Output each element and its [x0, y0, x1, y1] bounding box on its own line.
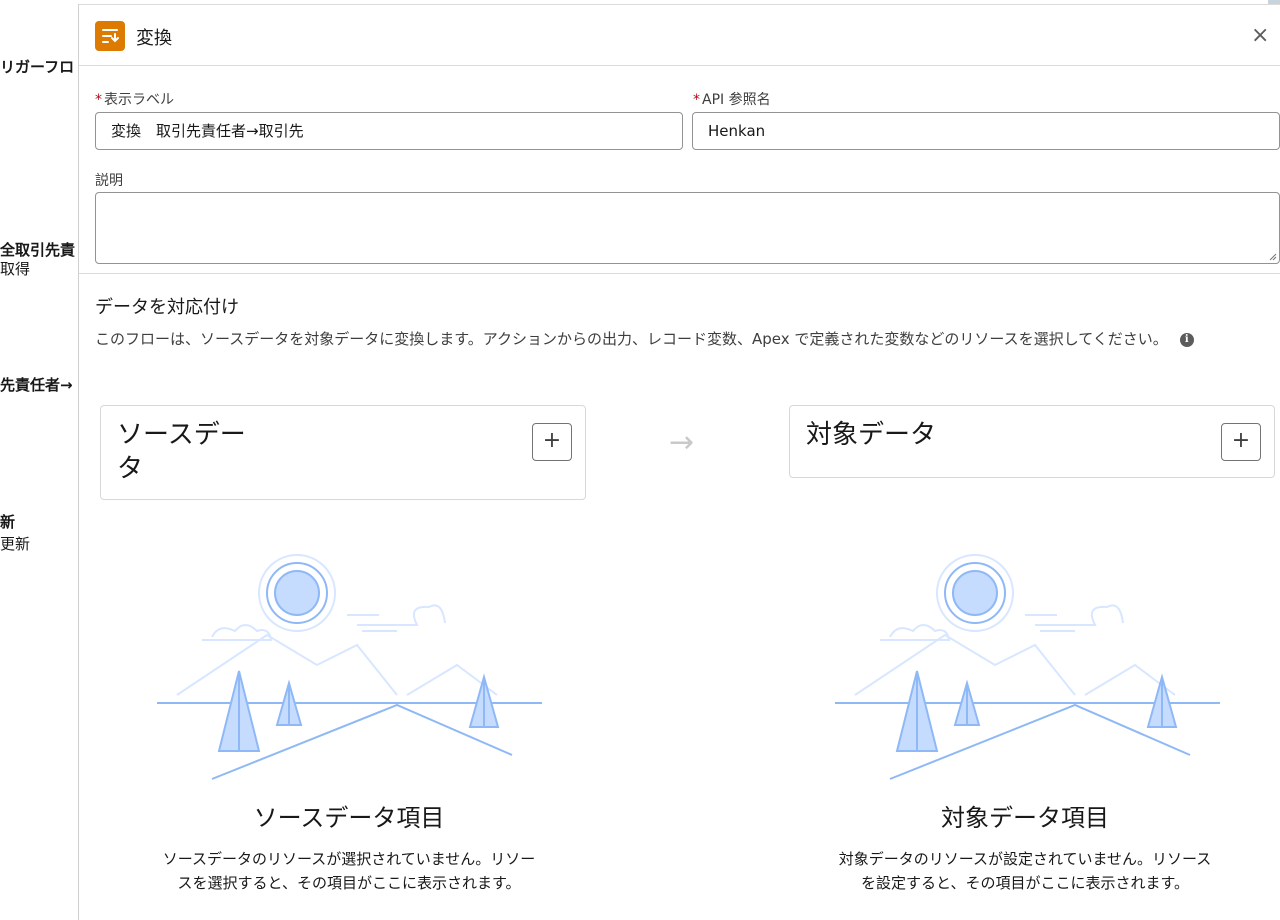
mapping-description: このフローは、ソースデータを対象データに変換します。アクションからの出力、レコー…: [95, 327, 1255, 351]
description-label: 説明: [95, 173, 123, 189]
mapping-section-title: データを対応付け: [95, 297, 239, 318]
canvas-node-sublabel: 更新: [0, 535, 31, 553]
info-icon[interactable]: i: [1179, 332, 1194, 347]
section-divider: [79, 273, 1280, 274]
source-empty-title: ソースデータ項目: [253, 804, 445, 832]
api-name-label: * API 参照名: [693, 92, 771, 108]
display-label-label: * 表示ラベル: [95, 92, 174, 108]
source-data-card: ソースデー タ +: [100, 405, 586, 500]
resize-grip-icon[interactable]: [1269, 253, 1277, 261]
transform-icon: [95, 21, 125, 51]
panel-title: 変換: [136, 28, 172, 49]
transform-properties-panel: 変換 × * 表示ラベル 変換 取引先責任者→取引先 * API 参照名 Henka…: [78, 4, 1280, 920]
target-data-card: 対象データ +: [789, 405, 1275, 478]
target-empty-description: 対象データのリソースが設定されていません。リソース を設定すると、その項目がここ…: [838, 850, 1212, 892]
canvas-node-label: 新: [0, 513, 16, 531]
required-mark: *: [693, 92, 700, 108]
flow-canvas-background: リガーフロ 全取引先責 取得 先責任者→ 新 更新: [0, 0, 80, 919]
empty-state-illustration: [157, 554, 542, 780]
canvas-node-label: 全取引先責: [0, 241, 76, 259]
add-target-button[interactable]: +: [1221, 423, 1261, 461]
display-label-input[interactable]: 変換 取引先責任者→取引先: [95, 112, 683, 150]
api-name-input[interactable]: Henkan: [692, 112, 1280, 150]
panel-header: 変換 ×: [79, 5, 1280, 66]
canvas-node-sublabel: 取得: [0, 260, 31, 278]
empty-state-illustration: [835, 554, 1220, 780]
target-data-title: 対象データ: [806, 420, 937, 450]
arrow-right-icon: →: [669, 425, 695, 460]
canvas-node-label: リガーフロ: [0, 58, 75, 76]
canvas-node-label: 先責任者→: [0, 376, 73, 394]
source-data-title: ソースデー タ: [117, 420, 246, 484]
required-mark: *: [95, 92, 102, 108]
source-empty-description: ソースデータのリソースが選択されていません。リソー スを選択すると、その項目がこ…: [162, 850, 536, 892]
description-textarea[interactable]: [95, 192, 1280, 264]
close-icon[interactable]: ×: [1251, 25, 1269, 47]
target-empty-title: 対象データ項目: [941, 804, 1109, 832]
add-source-button[interactable]: +: [532, 423, 572, 461]
